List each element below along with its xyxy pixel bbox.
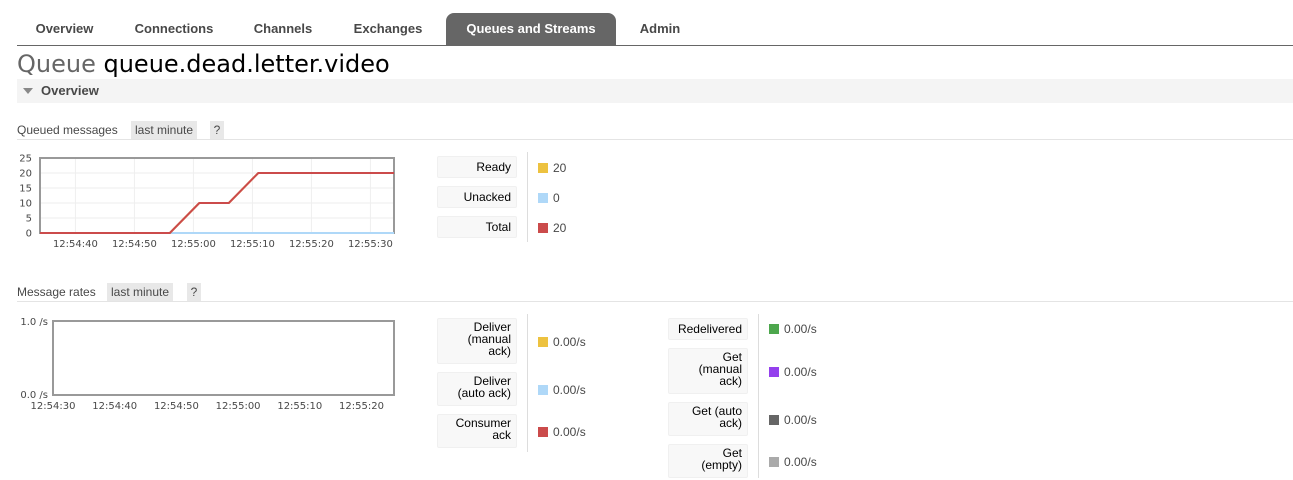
y-tick-label: 15 — [19, 184, 32, 195]
x-tick-label: 12:54:40 — [53, 239, 98, 250]
legend-deliver-auto-ack-label: Deliver (auto ack) — [437, 372, 517, 406]
tab-queues-and-streams[interactable]: Queues and Streams — [446, 13, 616, 45]
message-rates-chart: 1.0 /s 0.0 /s12:54:30 12:54:40 12:54:50 12:5… — [20, 317, 395, 412]
x-tick-label: 12:55:20 — [339, 401, 384, 412]
legend-get-empty-swatch — [769, 457, 779, 467]
y-tick-label: 5 — [26, 214, 32, 225]
legend-separator — [527, 152, 528, 242]
legend-unacked-value: 0 — [553, 191, 560, 205]
message-rates-range-button[interactable]: last minute — [107, 283, 174, 301]
legend-get-manual-ack-value: 0.00/s — [784, 365, 817, 379]
legend-deliver-auto-ack-swatch — [538, 385, 548, 395]
x-tick-label: 12:55:10 — [277, 401, 322, 412]
legend-get-manual-ack-label: Get (manual ack) — [668, 348, 748, 394]
x-tick-label: 12:55:00 — [171, 239, 216, 250]
tab-admin[interactable]: Admin — [625, 13, 695, 45]
x-tick-label: 12:55:30 — [348, 239, 393, 250]
section-title: Overview — [41, 83, 99, 98]
y-tick-label: 1.0 /s — [20, 317, 48, 328]
x-tick-label: 12:55:00 — [216, 401, 261, 412]
legend-redelivered-value: 0.00/s — [784, 322, 817, 336]
legend-ready-swatch — [538, 163, 548, 173]
x-tick-label: 12:54:50 — [112, 239, 157, 250]
main-nav: Overview Connections Channels Exchanges … — [17, 13, 1293, 46]
message-rates-help-button[interactable]: ? — [187, 283, 201, 301]
tab-connections[interactable]: Connections — [119, 13, 229, 45]
legend-ready-value: 20 — [553, 161, 567, 175]
x-tick-label: 12:54:50 — [154, 401, 199, 412]
queued-messages-help-button[interactable]: ? — [210, 121, 224, 139]
legend-consumer-ack-value: 0.00/s — [553, 425, 586, 439]
page-title: Queue queue.dead.letter.video — [17, 50, 390, 78]
legend-total-swatch — [538, 223, 548, 233]
page-title-kind: Queue — [17, 50, 96, 78]
legend-get-empty-value: 0.00/s — [784, 455, 817, 469]
legend-redelivered-label: Redelivered — [668, 318, 748, 340]
overview-section-toggle[interactable]: Overview — [17, 79, 1293, 103]
legend-separator — [758, 314, 759, 478]
legend-get-auto-ack-value: 0.00/s — [784, 413, 817, 427]
legend-deliver-manual-ack-swatch — [538, 337, 548, 347]
plot-frame — [39, 157, 395, 234]
legend-redelivered-swatch — [769, 324, 779, 334]
legend-deliver-manual-ack-value: 0.00/s — [553, 335, 586, 349]
queued-messages-header: Queued messages last minute ? — [17, 120, 1293, 140]
queued-messages-range-button[interactable]: last minute — [131, 121, 198, 139]
x-tick-label: 12:54:40 — [92, 401, 137, 412]
legend-consumer-ack-label: Consumer ack — [437, 414, 517, 448]
y-tick-label: 10 — [19, 199, 32, 210]
message-rates-header: Message rates last minute ? — [17, 282, 1293, 302]
tab-overview[interactable]: Overview — [17, 13, 112, 45]
queued-messages-chart: 0 5 10 15 20 25 12:54:40 12:54:50 12:55:00 12:55:… — [19, 154, 395, 250]
legend-separator — [527, 314, 528, 452]
legend-get-empty-label: Get (empty) — [668, 444, 748, 478]
plot-frame — [52, 320, 395, 396]
legend-total-label: Total — [437, 216, 517, 238]
legend-get-auto-ack-label: Get (auto ack) — [668, 402, 748, 436]
legend-deliver-manual-ack-label: Deliver (manual ack) — [437, 318, 517, 364]
legend-deliver-auto-ack-value: 0.00/s — [553, 383, 586, 397]
x-tick-label: 12:55:20 — [289, 239, 334, 250]
y-tick-label: 20 — [19, 169, 32, 180]
queue-name: queue.dead.letter.video — [103, 50, 390, 78]
collapse-triangle-icon — [23, 88, 33, 94]
legend-total-value: 20 — [553, 221, 567, 235]
y-tick-label: 0 — [26, 229, 32, 240]
tab-channels[interactable]: Channels — [237, 13, 329, 45]
legend-get-manual-ack-swatch — [769, 367, 779, 377]
legend-get-auto-ack-swatch — [769, 415, 779, 425]
legend-unacked-label: Unacked — [437, 186, 517, 208]
legend-consumer-ack-swatch — [538, 427, 548, 437]
y-tick-label: 0.0 /s — [20, 390, 48, 401]
tab-exchanges[interactable]: Exchanges — [337, 13, 439, 45]
queued-messages-label: Queued messages — [17, 123, 118, 137]
legend-ready-label: Ready — [437, 156, 517, 178]
y-tick-label: 25 — [19, 154, 32, 165]
x-tick-label: 12:54:30 — [31, 401, 76, 412]
x-tick-label: 12:55:10 — [230, 239, 275, 250]
legend-unacked-swatch — [538, 193, 548, 203]
message-rates-label: Message rates — [17, 285, 96, 299]
